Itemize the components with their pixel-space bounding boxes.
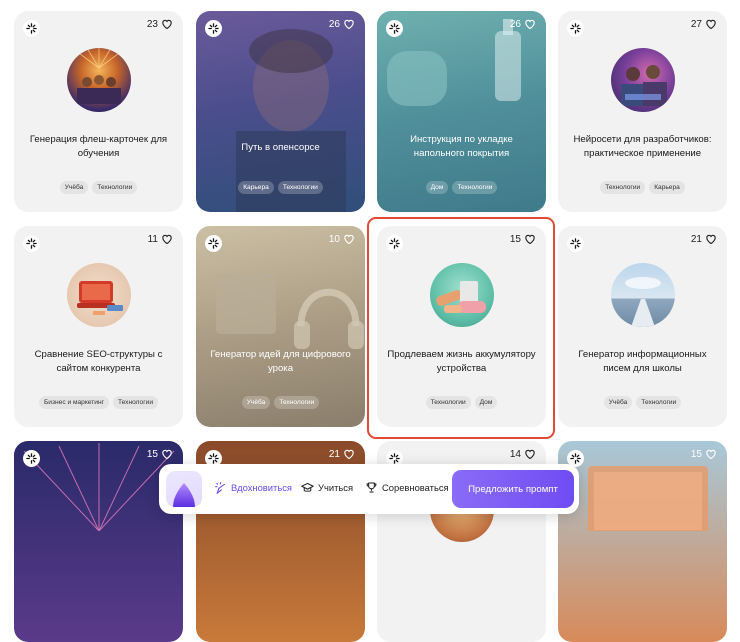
- likes-count: 11: [147, 233, 158, 245]
- card-title: Генератор идей для цифрового урока: [210, 349, 351, 374]
- likes-count: 26: [328, 18, 340, 30]
- likes-counter[interactable]: 27: [691, 18, 717, 30]
- trophy-icon: [366, 482, 377, 493]
- assistant-logo[interactable]: [166, 471, 202, 507]
- tag[interactable]: Технологии: [600, 181, 646, 194]
- tag-list: Учёба Технологии: [558, 396, 727, 409]
- nav-learn[interactable]: Учиться: [301, 481, 353, 494]
- card-thumbnail: [66, 263, 131, 327]
- likes-counter[interactable]: 14: [510, 448, 536, 460]
- heart-icon: [162, 449, 172, 460]
- heart-icon: [344, 449, 354, 460]
- prompt-card[interactable]: 15: [14, 441, 183, 642]
- likes-counter[interactable]: 15: [691, 448, 717, 460]
- spark-icon: [23, 235, 40, 252]
- tag-list: Карьера Технологии: [196, 181, 365, 194]
- bottom-navigation-bar: Вдохновиться Учиться Соревноваться Предл…: [159, 464, 579, 514]
- spark-icon: [567, 20, 584, 37]
- nav-label: Учиться: [318, 482, 354, 493]
- tag[interactable]: Учёба: [59, 181, 89, 194]
- graduation-cap-icon: [301, 482, 314, 492]
- nav-label: Вдохновиться: [231, 482, 292, 493]
- heart-icon: [525, 449, 535, 460]
- card-thumbnail: [66, 48, 131, 112]
- tag[interactable]: Карьера: [238, 181, 274, 194]
- heart-icon: [344, 19, 354, 30]
- prompt-card[interactable]: 21 Генератор информационных писем для шк…: [558, 226, 727, 427]
- likes-count: 14: [509, 448, 521, 460]
- tag-list: Дом Технологии: [377, 181, 546, 194]
- spark-icon: [23, 450, 40, 467]
- likes-count: 21: [690, 233, 702, 245]
- tag-list: Бизнес и маркетинг Технологии: [14, 396, 183, 409]
- tag[interactable]: Карьера: [649, 181, 685, 194]
- heart-icon: [162, 234, 172, 245]
- spark-icon: [386, 20, 403, 37]
- likes-counter[interactable]: 11: [148, 233, 173, 245]
- prompt-card[interactable]: 11 Сравнение SEO-структуры с сайтом конк…: [14, 226, 183, 427]
- likes-count: 23: [146, 18, 158, 30]
- card-title: Путь в опенсорсе: [241, 142, 320, 153]
- card-title: Сравнение SEO-структуры с сайтом конкуре…: [34, 349, 163, 374]
- heart-icon: [706, 234, 716, 245]
- nav-label: Соревноваться: [382, 482, 449, 493]
- suggest-prompt-button[interactable]: Предложить промпт: [452, 470, 574, 508]
- selection-highlight: [367, 217, 555, 439]
- prompt-card[interactable]: 26 Инструкция по укладке напольного покр…: [377, 11, 546, 212]
- tag[interactable]: Бизнес и маркетинг: [38, 396, 109, 409]
- likes-counter[interactable]: 21: [691, 233, 717, 245]
- likes-counter[interactable]: 21: [329, 448, 355, 460]
- likes-counter[interactable]: 26: [510, 18, 536, 30]
- likes-counter[interactable]: 26: [329, 18, 355, 30]
- tag-list: Учёба Технологии: [14, 181, 183, 194]
- prompt-card[interactable]: 15: [558, 441, 727, 642]
- tag[interactable]: Технологии: [277, 181, 323, 194]
- likes-count: 21: [328, 448, 340, 460]
- prompt-card[interactable]: 10 Генератор идей для цифрового урока Уч…: [196, 226, 365, 427]
- card-title: Генератор информационных писем для школы: [578, 349, 707, 374]
- prompt-card[interactable]: 26 Путь в опенсорсе Карьера Технологии: [196, 11, 365, 212]
- spark-icon: [205, 20, 222, 37]
- tag[interactable]: Технологии: [452, 181, 498, 194]
- tag-list: Учёба Технологии: [196, 396, 365, 409]
- spark-icon: [205, 235, 222, 252]
- spark-icon: [567, 235, 584, 252]
- likes-count: 15: [146, 448, 158, 460]
- likes-count: 10: [328, 233, 340, 245]
- heart-icon: [706, 449, 716, 460]
- prompt-card[interactable]: 27 Нейросети для разработчиков: практиче…: [558, 11, 727, 212]
- prompt-card[interactable]: 23 Генерация флеш-карточек для обучения …: [14, 11, 183, 212]
- nav-inspire[interactable]: Вдохновиться: [214, 481, 292, 494]
- tag[interactable]: Технологии: [636, 396, 682, 409]
- likes-counter[interactable]: 15: [147, 448, 173, 460]
- spark-icon: [23, 20, 40, 37]
- card-title: Нейросети для разработчиков: практическо…: [573, 134, 712, 159]
- heart-icon: [162, 19, 172, 30]
- heart-icon: [706, 19, 716, 30]
- tag[interactable]: Учёба: [241, 396, 271, 409]
- tag-list: Технологии Карьера: [558, 181, 727, 194]
- tag[interactable]: Технологии: [274, 396, 320, 409]
- likes-count: 27: [690, 18, 702, 30]
- nav-compete[interactable]: Соревноваться: [365, 481, 449, 494]
- tag[interactable]: Учёба: [603, 396, 633, 409]
- heart-icon: [344, 234, 354, 245]
- card-thumbnail: [610, 263, 675, 327]
- likes-count: 26: [509, 18, 521, 30]
- heart-icon: [525, 19, 535, 30]
- card-title: Инструкция по укладке напольного покрыти…: [410, 134, 513, 159]
- tag[interactable]: Технологии: [92, 181, 138, 194]
- likes-counter[interactable]: 10: [329, 233, 355, 245]
- card-title: Генерация флеш-карточек для обучения: [29, 134, 168, 159]
- inspire-icon: [215, 482, 226, 494]
- card-thumbnail: [610, 48, 675, 112]
- tag[interactable]: Технологии: [113, 396, 158, 409]
- tag[interactable]: Дом: [425, 181, 449, 194]
- likes-counter[interactable]: 23: [147, 18, 173, 30]
- likes-count: 15: [690, 448, 702, 460]
